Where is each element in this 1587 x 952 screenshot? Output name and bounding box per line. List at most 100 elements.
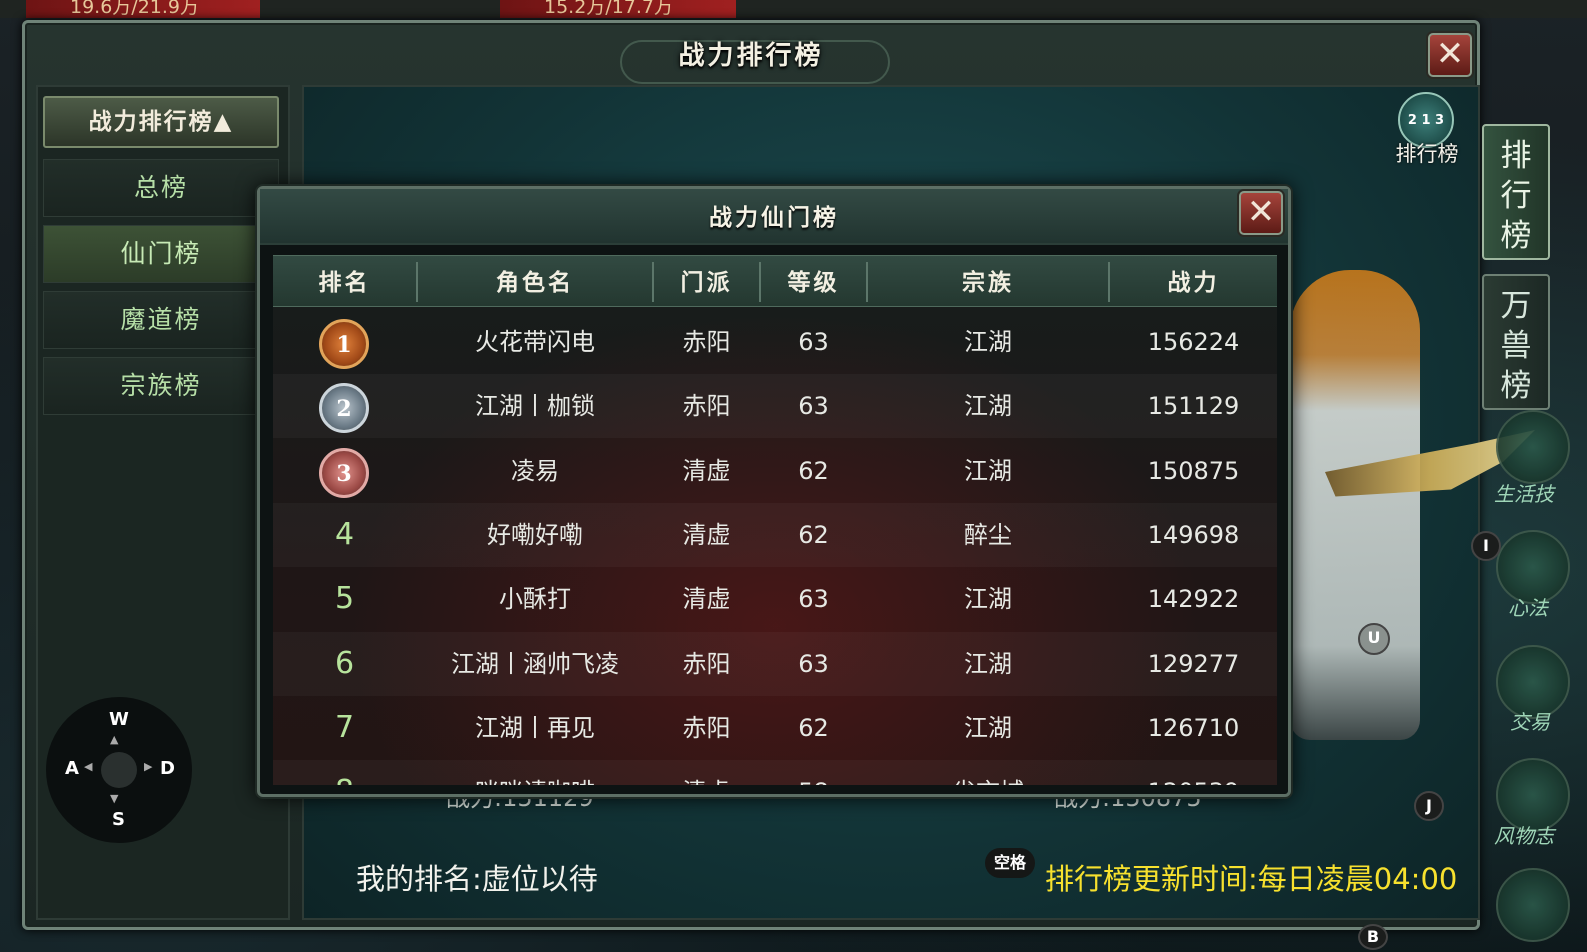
cell-name: 火花带闪电 — [475, 328, 595, 356]
cell-clan: 江湖 — [964, 392, 1012, 421]
trade-label: 交易 — [1510, 710, 1550, 734]
cell-power: 151129 — [1147, 392, 1240, 421]
cell-clan: 江湖 — [964, 585, 1012, 614]
podium-glyph: 2 1 3 — [1407, 113, 1445, 128]
cell-power: 156224 — [1147, 328, 1240, 356]
cell-clan: 江湖 — [964, 456, 1012, 485]
cell-sect: 赤阳 — [682, 392, 731, 421]
joystick-left-key: A — [65, 758, 79, 779]
cell-name: 好嘞好嘞 — [487, 520, 583, 549]
arrow-right-icon: ▶ — [144, 760, 153, 773]
cell-level: 62 — [798, 520, 829, 549]
joystick-right-key: D — [160, 758, 175, 779]
life-skill-icon[interactable] — [1496, 410, 1570, 484]
sidebar-item-total[interactable]: 总榜 — [43, 159, 279, 217]
cell-rank: 6 — [334, 645, 355, 681]
customs-label: 风物志 — [1494, 824, 1554, 848]
table-row[interactable]: 3 凌易 清虚 62 江湖 150875 — [273, 439, 1277, 503]
cell-level: 62 — [798, 456, 829, 485]
sidebar-item-immortal-sect[interactable]: 仙门榜 — [43, 225, 279, 283]
bronze-medal-icon: 3 — [319, 447, 369, 498]
cell-level: 58 — [761, 760, 866, 785]
tab-beast-ranking[interactable]: 万 兽 榜 — [1482, 274, 1550, 410]
cell-power: 142922 — [1147, 585, 1240, 614]
column-header-rank: 排名 — [318, 270, 371, 296]
hotkey-u[interactable]: U — [1358, 623, 1390, 655]
ranking-icon-label: 排行榜 — [1395, 142, 1459, 166]
cell-level: 63 — [798, 392, 829, 421]
virtual-joystick[interactable]: W ▲ A ◀ D ▶ ▼ S — [46, 697, 192, 843]
cell-clan: 江湖 — [964, 649, 1012, 678]
cell-name: 咪咪请咖啡 — [418, 760, 652, 785]
immortal-sect-ranking-popup: 战力仙门榜 排名 角色名 门派 等级 宗族 战力 1 火花带闪电 赤阳 63 江湖 156… — [257, 186, 1291, 797]
cell-name: 凌易 — [511, 456, 559, 485]
cell-name: 小酥打 — [499, 585, 571, 614]
arrow-up-icon: ▲ — [110, 733, 119, 746]
cell-rank: 4 — [334, 516, 355, 552]
sidebar-header-power-ranking[interactable]: 战力排行榜▲ — [43, 96, 279, 148]
table-row[interactable]: 5 小酥打 清虚 63 江湖 142922 — [273, 567, 1277, 631]
hotkey-b[interactable]: B — [1358, 924, 1388, 950]
cell-name: 江湖丨再见 — [475, 713, 595, 742]
gold-medal-icon: 1 — [319, 319, 369, 369]
column-header-level: 等级 — [787, 270, 840, 296]
cell-power: 126710 — [1147, 713, 1240, 742]
cell-sect: 赤阳 — [682, 713, 731, 742]
ranking-shortcut-icon[interactable] — [1496, 868, 1570, 942]
sidebar-item-clan[interactable]: 宗族榜 — [43, 357, 279, 415]
cell-power: 129277 — [1147, 649, 1240, 678]
life-skill-label: 生活技 — [1494, 482, 1554, 506]
cell-level: 63 — [798, 649, 829, 678]
column-header-clan: 宗族 — [962, 270, 1014, 296]
cell-power: 149698 — [1147, 520, 1240, 549]
window-title: 战力排行榜 — [678, 41, 824, 71]
table-row[interactable]: 6 江湖丨涵帅飞凌 赤阳 63 江湖 129277 — [273, 632, 1277, 696]
cell-power: 150875 — [1147, 456, 1240, 485]
sidebar-item-demon-path[interactable]: 魔道榜 — [43, 291, 279, 349]
joystick-up-key: W — [109, 709, 129, 730]
table-row[interactable]: 4 好嘞好嘞 清虚 62 醉尘 149698 — [273, 503, 1277, 567]
table-row[interactable]: 8咪咪请咖啡清虚58省言城120539 — [273, 760, 1277, 785]
popup-title: 战力仙门榜 — [260, 189, 1288, 245]
joystick-down-key: S — [112, 809, 125, 830]
hotkey-j[interactable]: J — [1414, 791, 1444, 821]
cell-clan: 江湖 — [964, 713, 1012, 742]
table-row[interactable]: 7 江湖丨再见 赤阳 62 江湖 126710 — [273, 696, 1277, 760]
hotkey-i[interactable]: I — [1471, 531, 1501, 561]
cell-name: 江湖丨涵帅飞凌 — [451, 649, 619, 678]
table-row[interactable]: 2 江湖丨枷锁 赤阳 63 江湖 151129 — [273, 374, 1277, 438]
cell-sect: 赤阳 — [682, 649, 731, 678]
table-row[interactable]: 1 火花带闪电 赤阳 63 江湖 156224 — [273, 310, 1277, 374]
cell-name: 江湖丨枷锁 — [475, 392, 595, 421]
cell-rank: 7 — [334, 709, 355, 745]
cell-sect: 清虚 — [682, 585, 731, 614]
cell-sect: 清虚 — [654, 760, 759, 785]
character-model — [1290, 270, 1420, 740]
column-header-name: 角色名 — [496, 270, 574, 296]
window-close-button[interactable]: ✕ — [1428, 33, 1472, 77]
my-rank-text: 我的排名:虚位以待 — [356, 862, 598, 896]
column-header-sect: 门派 — [680, 270, 733, 296]
cell-power: 120539 — [1110, 760, 1277, 785]
cell-clan: 醉尘 — [964, 520, 1012, 549]
popup-close-button[interactable]: ✕ — [1239, 191, 1283, 235]
mind-method-label: 心法 — [1508, 596, 1548, 620]
tab-ranking[interactable]: 排 行 榜 — [1482, 124, 1550, 260]
update-time-text: 排行榜更新时间:每日凌晨04:00 — [1045, 862, 1458, 896]
silver-medal-icon: 2 — [319, 383, 369, 434]
close-icon: ✕ — [1246, 192, 1276, 232]
cell-sect: 清虚 — [682, 456, 731, 485]
cell-clan: 省言城 — [868, 760, 1108, 785]
ranking-table[interactable]: 排名 角色名 门派 等级 宗族 战力 1 火花带闪电 赤阳 63 江湖 156224 2 江湖… — [273, 255, 1277, 785]
joystick-knob[interactable] — [101, 752, 137, 788]
cell-sect: 清虚 — [682, 520, 731, 549]
arrow-left-icon: ◀ — [84, 760, 93, 773]
space-key-hint[interactable]: 空格 — [985, 848, 1035, 878]
cell-sect: 赤阳 — [682, 328, 731, 356]
close-icon: ✕ — [1435, 34, 1465, 74]
cell-rank: 5 — [334, 581, 355, 617]
arrow-down-icon: ▼ — [110, 792, 119, 805]
cell-level: 62 — [798, 713, 829, 742]
cell-rank: 8 — [273, 760, 416, 785]
cell-level: 63 — [798, 585, 829, 614]
